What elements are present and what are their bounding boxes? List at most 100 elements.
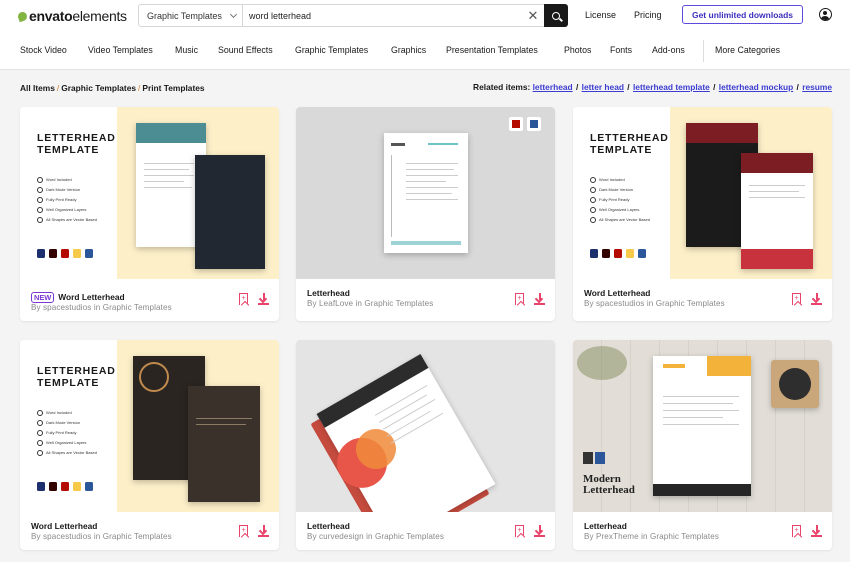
author-link[interactable]: PrexTheme: [596, 532, 639, 541]
breadcrumb-print-templates[interactable]: Print Templates: [142, 83, 204, 93]
breadcrumb-graphic-templates[interactable]: Graphic Templates: [61, 83, 136, 93]
bookmark-icon[interactable]: +: [239, 525, 248, 537]
plant-leaves: [577, 346, 627, 380]
category-link[interactable]: Graphic Templates: [103, 532, 172, 541]
sketch-icon: [73, 249, 81, 258]
author-link[interactable]: LeafLove: [319, 299, 353, 308]
word-icon: [85, 249, 93, 258]
download-icon[interactable]: [258, 293, 269, 305]
breadcrumb-all-items[interactable]: All Items: [20, 83, 55, 93]
search-bar: Graphic Templates ✕: [138, 4, 568, 27]
item-thumbnail[interactable]: [296, 340, 555, 512]
feature-text: Dark Mode Version: [590, 187, 633, 193]
pricing-link[interactable]: Pricing: [634, 10, 662, 20]
nav-more-categories[interactable]: More Categories: [715, 45, 780, 55]
bookmark-icon[interactable]: +: [515, 525, 524, 537]
document-icon: [583, 452, 593, 464]
nav-fonts[interactable]: Fonts: [610, 45, 632, 55]
related-letterhead-template[interactable]: letterhead template: [633, 82, 710, 92]
item-card[interactable]: Modern Letterhead Letterhead By PrexTheme…: [573, 340, 832, 550]
feature-text: Word Included: [37, 177, 72, 183]
search-button[interactable]: [544, 4, 568, 27]
brand-name: envato: [29, 8, 73, 24]
feature-text: Word Included: [590, 177, 625, 183]
nav-presentation-templates[interactable]: Presentation Templates: [446, 45, 538, 55]
user-account-icon[interactable]: [819, 8, 832, 21]
item-title[interactable]: Word Letterhead: [584, 288, 650, 298]
related-label: Related items:: [473, 82, 531, 92]
word-icon: [85, 482, 93, 491]
bookmark-icon[interactable]: +: [792, 293, 801, 305]
nav-photos[interactable]: Photos: [564, 45, 591, 55]
item-card[interactable]: LETTERHEAD TEMPLATE Word Included Dark Mo…: [20, 107, 279, 321]
feature-text: Fully Print Ready: [37, 197, 76, 203]
item-title[interactable]: Letterhead: [307, 288, 350, 298]
category-link[interactable]: Graphic Templates: [375, 532, 444, 541]
feature-text: Fully Print Ready: [590, 197, 629, 203]
sketch-icon: [73, 482, 81, 491]
download-icon[interactable]: [534, 525, 545, 537]
related-resume[interactable]: resume: [802, 82, 832, 92]
feature-text: All Shapes are Vector Based: [37, 217, 97, 223]
item-thumbnail[interactable]: LETTERHEAD TEMPLATE Word Included Dark Mo…: [20, 107, 279, 279]
acrobat-icon: [61, 249, 69, 258]
category-link[interactable]: Graphic Templates: [103, 303, 172, 312]
download-icon[interactable]: [811, 293, 822, 305]
word-icon: [595, 452, 605, 464]
item-card[interactable]: LETTERHEAD TEMPLATE Word Included Dark Mo…: [573, 107, 832, 321]
photoshop-icon: [37, 249, 45, 258]
download-icon[interactable]: [811, 525, 822, 537]
chevron-down-icon: [229, 10, 238, 18]
nav-graphic-templates[interactable]: Graphic Templates: [295, 45, 368, 55]
category-link[interactable]: Graphic Templates: [650, 532, 719, 541]
search-input[interactable]: [243, 5, 522, 26]
search-category-select[interactable]: Graphic Templates: [139, 5, 243, 26]
nav-stock-video[interactable]: Stock Video: [20, 45, 67, 55]
item-thumbnail[interactable]: Modern Letterhead: [573, 340, 832, 512]
photoshop-icon: [590, 249, 598, 258]
acrobat-icon: [61, 482, 69, 491]
item-card[interactable]: LETTERHEAD TEMPLATE Word Included Dark Mo…: [20, 340, 279, 550]
download-icon[interactable]: [534, 293, 545, 305]
nav-graphics[interactable]: Graphics: [391, 45, 426, 55]
author-link[interactable]: spacestudios: [596, 299, 644, 308]
bookmark-icon[interactable]: +: [515, 293, 524, 305]
get-unlimited-downloads-button[interactable]: Get unlimited downloads: [682, 5, 803, 24]
nav-add-ons[interactable]: Add-ons: [652, 45, 685, 55]
item-title[interactable]: NEW Word Letterhead: [31, 292, 125, 303]
nav-video-templates[interactable]: Video Templates: [88, 45, 153, 55]
category-link[interactable]: Graphic Templates: [656, 299, 725, 308]
new-badge: NEW: [31, 292, 55, 303]
envato-elements-logo[interactable]: envatoelements: [16, 8, 127, 24]
download-icon[interactable]: [258, 525, 269, 537]
license-link[interactable]: License: [585, 10, 616, 20]
category-link[interactable]: Graphic Templates: [364, 299, 433, 308]
clear-search-icon[interactable]: ✕: [522, 5, 544, 26]
search-icon: [552, 11, 560, 20]
related-letter-head[interactable]: letter head: [582, 82, 624, 92]
item-card[interactable]: Letterhead By LeafLove in Graphic Templa…: [296, 107, 555, 321]
nav-music[interactable]: Music: [175, 45, 198, 55]
bookmark-icon[interactable]: +: [239, 293, 248, 305]
feature-text: Fully Print Ready: [37, 430, 76, 436]
brand-suffix: elements: [72, 8, 127, 24]
related-letterhead-mockup[interactable]: letterhead mockup: [719, 82, 793, 92]
feature-text: Well Organized Layers: [590, 207, 639, 213]
item-thumbnail[interactable]: LETTERHEAD TEMPLATE Word Included Dark Mo…: [20, 340, 279, 512]
related-letterhead[interactable]: letterhead: [533, 82, 573, 92]
feature-text: Well Organized Layers: [37, 207, 86, 213]
bookmark-icon[interactable]: +: [792, 525, 801, 537]
author-link[interactable]: spacestudios: [43, 532, 91, 541]
feature-text: Word Included: [37, 410, 72, 416]
category-nav: Stock Video Video Templates Music Sound …: [0, 40, 850, 62]
item-thumbnail[interactable]: [296, 107, 555, 279]
acrobat-icon: [614, 249, 622, 258]
item-title[interactable]: Letterhead: [307, 521, 350, 531]
nav-sound-effects[interactable]: Sound Effects: [218, 45, 273, 55]
item-title[interactable]: Letterhead: [584, 521, 627, 531]
item-title[interactable]: Word Letterhead: [31, 521, 97, 531]
author-link[interactable]: spacestudios: [43, 303, 91, 312]
author-link[interactable]: curvedesign: [319, 532, 364, 541]
item-thumbnail[interactable]: LETTERHEAD TEMPLATE Word Included Dark Mo…: [573, 107, 832, 279]
item-card[interactable]: Letterhead By curvedesign in Graphic Tem…: [296, 340, 555, 550]
